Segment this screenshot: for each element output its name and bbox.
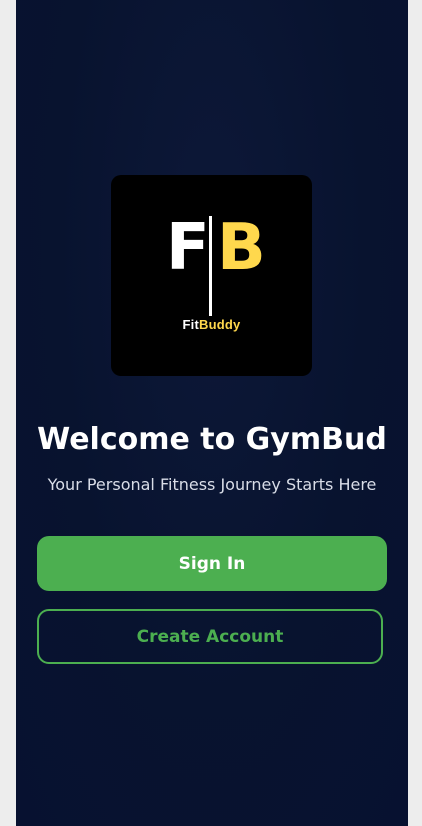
app-logo: F B FitBuddy <box>111 175 312 376</box>
logo-divider <box>209 216 212 316</box>
welcome-subtitle: Your Personal Fitness Journey Starts Her… <box>47 475 377 494</box>
logo-caption: FitBuddy <box>111 317 312 332</box>
app-screen: F B FitBuddy Welcome to GymBud Your Pers… <box>16 0 408 826</box>
logo-caption-buddy: Buddy <box>199 317 241 332</box>
welcome-title: Welcome to GymBud <box>37 422 387 457</box>
sign-in-button[interactable]: Sign In <box>37 536 387 591</box>
logo-letter-f: F <box>166 211 210 285</box>
logo-letter-b: B <box>217 211 266 285</box>
create-account-button[interactable]: Create Account <box>37 609 383 664</box>
bottom-fade <box>16 706 408 826</box>
logo-caption-fit: Fit <box>182 317 200 332</box>
window-frame: F B FitBuddy Welcome to GymBud Your Pers… <box>0 0 422 826</box>
